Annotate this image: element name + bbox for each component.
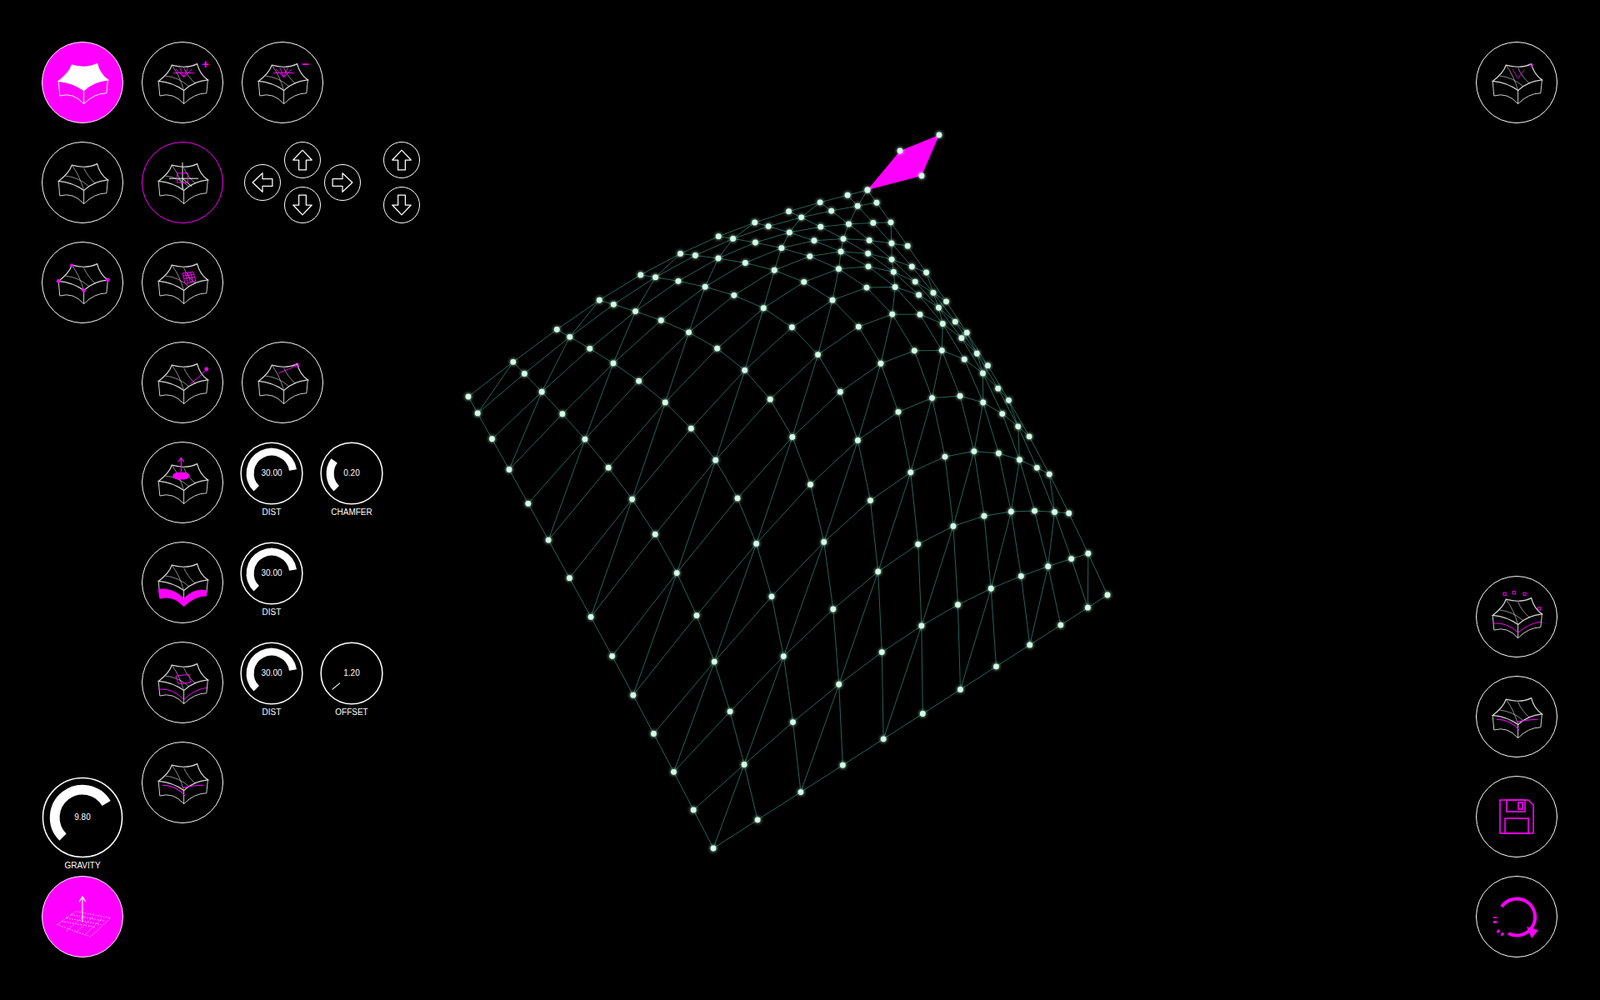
chamfer-knob[interactable]: 0.20 CHAMFER — [320, 441, 384, 524]
nudge-right-button[interactable] — [324, 164, 361, 201]
nudge-left-button[interactable] — [244, 164, 281, 201]
arrow-up-icon — [389, 147, 415, 173]
nudge-down-button[interactable] — [284, 186, 321, 224]
roof-icon — [149, 249, 216, 316]
nudge-pad — [244, 141, 361, 224]
knob-label: GRAVITY — [64, 860, 100, 871]
roof-icon — [49, 249, 116, 316]
roof-icon — [149, 149, 216, 216]
roof-icon — [149, 349, 216, 416]
ground-plane-icon — [49, 883, 116, 950]
knob-label: OFFSET — [335, 707, 368, 718]
viewport[interactable] — [441, 0, 1434, 1000]
inset-button[interactable] — [141, 641, 224, 724]
left-toolbar: 9.80 GRAVITY + − 30.00 DIST 0.20 CHAMFER 30.00 DI… — [0, 0, 442, 1000]
thicken-button[interactable] — [141, 541, 224, 624]
knob-value: 9.80 — [74, 813, 90, 822]
grow-selection-button[interactable]: + — [141, 41, 224, 124]
reset-button[interactable] — [1475, 875, 1558, 958]
arrow-left-icon — [250, 170, 275, 195]
roof-icon — [149, 549, 216, 616]
tool-badge: + — [201, 57, 210, 70]
secondary-tools: + − 30.00 DIST 0.20 CHAMFER 30.00 DIST 30.00 DIST… — [141, 41, 420, 958]
arrow-up-icon — [290, 147, 315, 173]
arrow-right-icon — [330, 170, 355, 195]
nudge-up-button[interactable] — [284, 141, 321, 179]
anchor-edge-button[interactable] — [141, 341, 224, 424]
move-button[interactable] — [141, 141, 224, 224]
roof-icon — [249, 349, 316, 416]
mesh-edges — [468, 190, 1108, 849]
split-button[interactable] — [141, 741, 224, 824]
dist-knob[interactable]: 30.00 DIST — [240, 641, 304, 724]
raise-button[interactable] — [383, 141, 420, 179]
release-edge-button[interactable] — [241, 341, 324, 424]
selected-face[interactable] — [867, 135, 940, 190]
save-button[interactable] — [1475, 775, 1558, 858]
knob-label: DIST — [262, 607, 282, 618]
select-mesh-button[interactable] — [41, 141, 124, 224]
shrink-selection-button[interactable]: − — [241, 41, 324, 124]
roof-icon — [49, 49, 116, 116]
roof-icon — [149, 749, 216, 816]
knob-label: DIST — [262, 707, 282, 718]
extrude-button[interactable] — [141, 441, 224, 524]
offset-knob[interactable]: 1.20 OFFSET — [320, 641, 384, 724]
roof-icon — [149, 649, 216, 716]
knob-value: 30.00 — [260, 669, 282, 678]
arrow-down-icon — [389, 192, 415, 218]
knob-value: 30.00 — [260, 569, 282, 578]
right-toolbar — [1433, 0, 1600, 1000]
knob-value: 1.20 — [343, 669, 360, 678]
dist-knob[interactable]: 30.00 DIST — [240, 541, 304, 624]
knob-value: 0.20 — [343, 469, 360, 478]
roof-icon — [1483, 49, 1550, 116]
show-edges-button[interactable] — [1475, 675, 1558, 758]
gravity-knob[interactable]: 9.80 GRAVITY — [41, 776, 124, 871]
knob-label: DIST — [262, 507, 282, 518]
vertical-pad — [383, 141, 420, 224]
arrow-down-icon — [290, 192, 315, 218]
select-face-button[interactable] — [41, 41, 124, 124]
dist-knob[interactable]: 30.00 DIST — [240, 441, 304, 524]
mesh-nodes[interactable] — [465, 132, 1111, 852]
ground-plane-button[interactable] — [41, 875, 124, 958]
lower-button[interactable] — [383, 186, 420, 224]
roof-icon — [1483, 583, 1550, 650]
select-vertex-button[interactable] — [41, 241, 124, 324]
floppy-disk-icon — [1491, 791, 1542, 842]
knob-label: CHAMFER — [330, 507, 372, 518]
roof-icon — [149, 449, 216, 516]
show-supports-button[interactable] — [1475, 575, 1558, 658]
roof-icon — [1483, 683, 1550, 750]
roof-icon — [49, 149, 116, 216]
knob-value: 30.00 — [260, 469, 282, 478]
reset-icon — [1483, 883, 1550, 950]
primary-tools: 9.80 GRAVITY — [41, 41, 124, 958]
app: 9.80 GRAVITY + − 30.00 DIST 0.20 CHAMFER 30.00 DI… — [0, 0, 1600, 1000]
subdivide-button[interactable] — [141, 241, 224, 324]
tool-badge: − — [301, 57, 310, 70]
view-mesh-button[interactable] — [1475, 41, 1558, 124]
mesh-viewport[interactable] — [441, 0, 1434, 1000]
